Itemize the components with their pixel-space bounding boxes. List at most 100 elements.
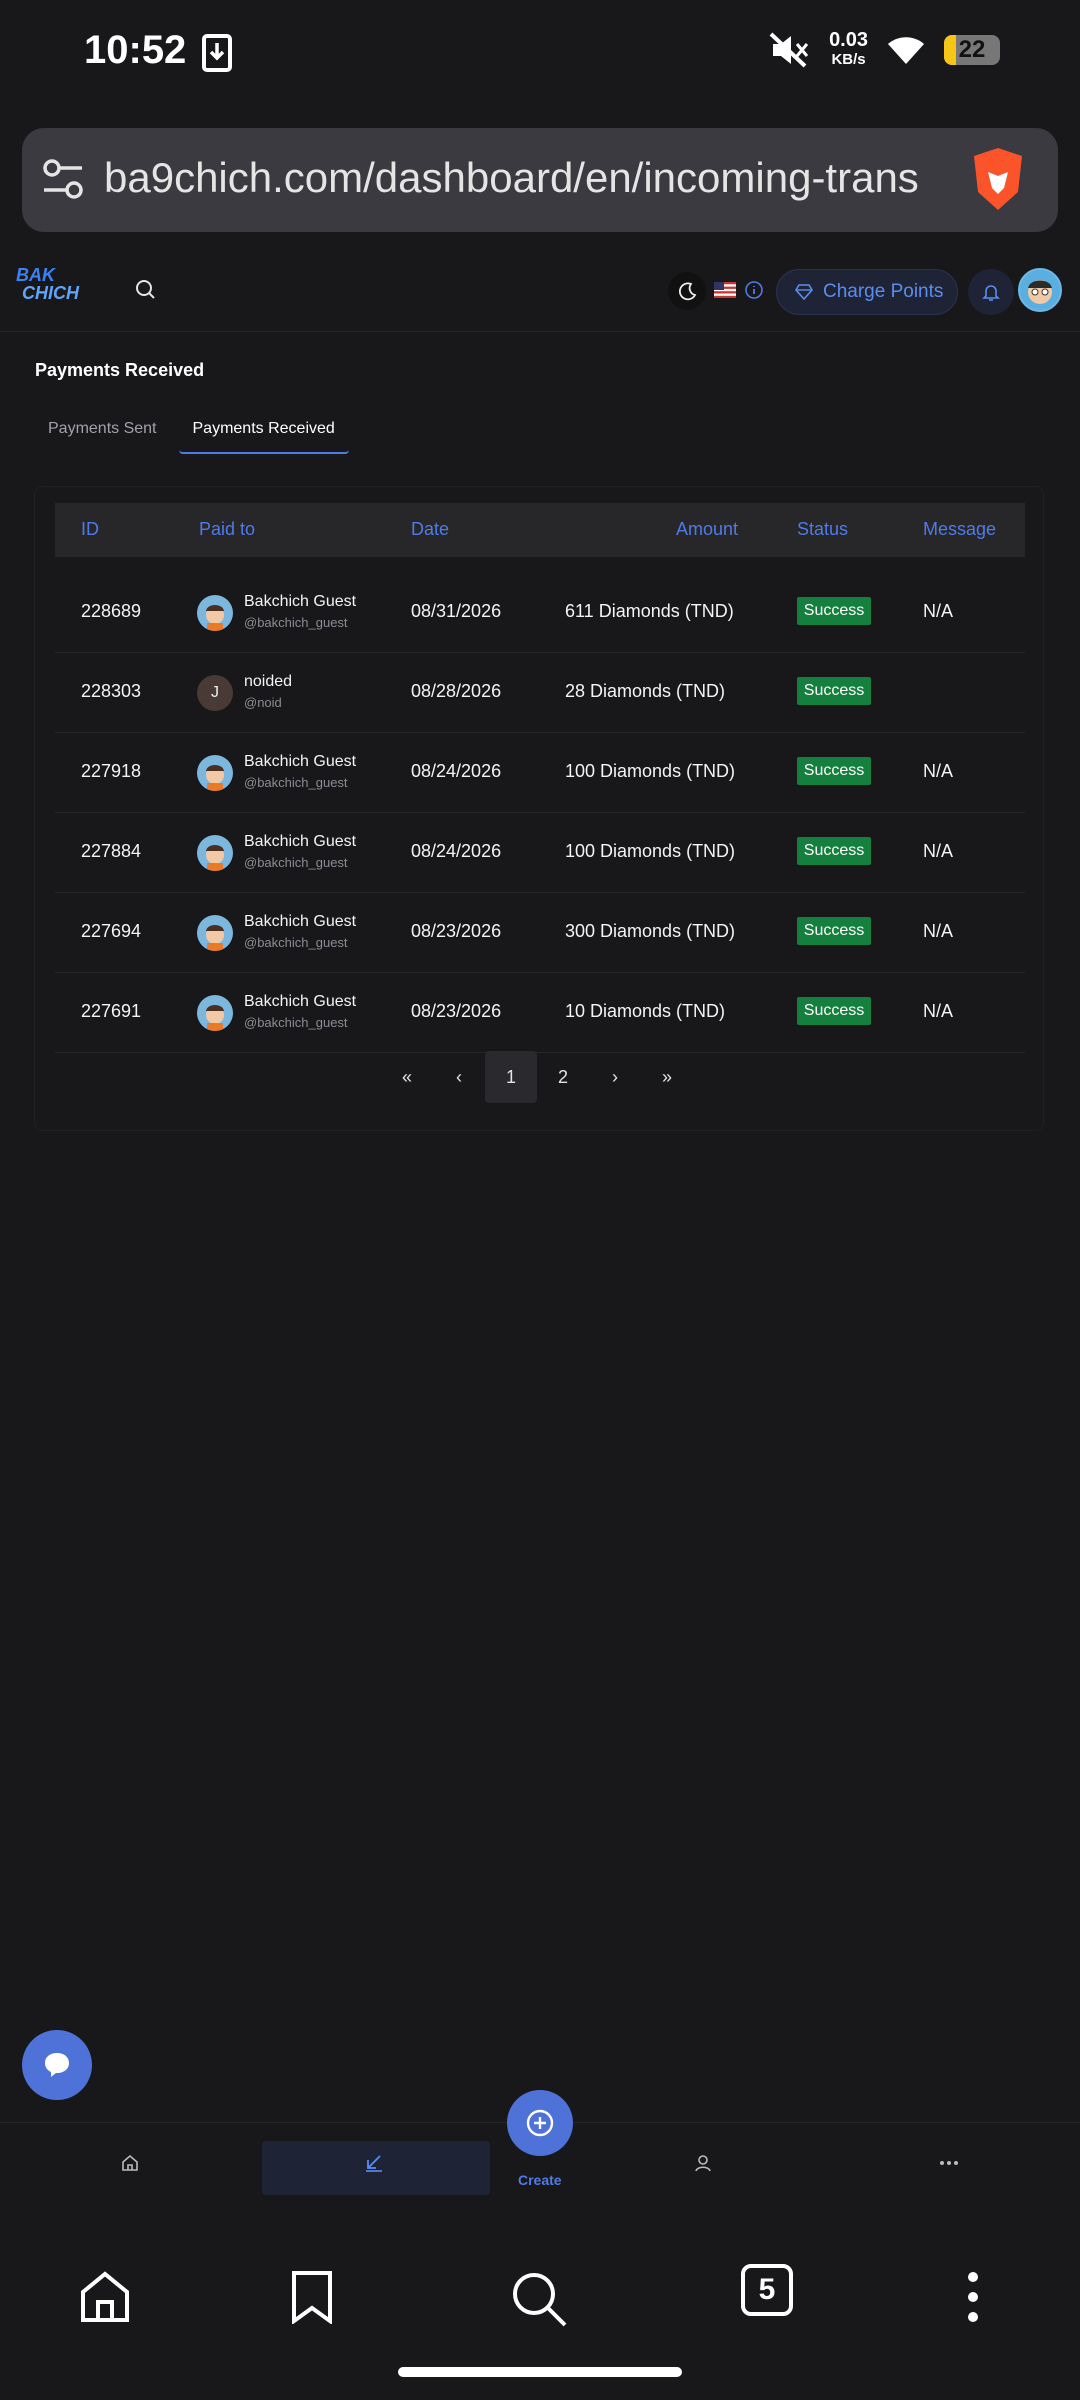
home-icon[interactable]: [120, 2153, 140, 2173]
payer-name[interactable]: Bakchich Guest: [244, 913, 356, 931]
col-amount: Amount: [676, 519, 739, 539]
info-icon[interactable]: [744, 280, 764, 300]
payer-handle: @bakchich_guest: [244, 855, 348, 870]
table-row[interactable]: 227691 Bakchich Guest @bakchich_guest 08/23…: [55, 973, 1025, 1053]
battery-icon: 22: [944, 35, 1000, 65]
payment-message: N/A: [923, 921, 954, 941]
payer-handle: @bakchich_guest: [244, 1015, 348, 1030]
payment-tabs: Payments Sent Payments Received: [36, 412, 359, 454]
next-page-button[interactable]: ›: [589, 1051, 641, 1103]
browser-search-icon[interactable]: [510, 2270, 568, 2328]
status-badge: Success: [797, 837, 871, 865]
payment-id: 228689: [81, 601, 142, 621]
payment-id: 227694: [81, 921, 142, 941]
payer-name[interactable]: Bakchich Guest: [244, 753, 356, 771]
payment-date: 08/31/2026: [411, 601, 502, 621]
plus-circle-icon: [526, 2109, 554, 2137]
table-row[interactable]: 227694 Bakchich Guest @bakchich_guest 08/23…: [55, 893, 1025, 973]
site-settings-icon[interactable]: [42, 158, 86, 202]
payer-name[interactable]: Bakchich Guest: [244, 833, 356, 851]
brave-shield-icon[interactable]: [968, 146, 1028, 212]
table-row[interactable]: 227918 Bakchich Guest @bakchich_guest 08/24…: [55, 733, 1025, 813]
tab-count-button[interactable]: 5: [741, 2264, 793, 2316]
col-status: Status: [797, 519, 849, 539]
notifications-button[interactable]: [968, 269, 1014, 315]
first-page-button[interactable]: «: [381, 1051, 433, 1103]
create-label: Create: [518, 2172, 562, 2188]
payment-message: N/A: [923, 761, 954, 781]
site-logo[interactable]: BAK CHICH: [16, 266, 79, 312]
search-icon[interactable]: [134, 278, 156, 300]
payments-table-card: ID Paid to Date Amount Status Message 22…: [34, 486, 1044, 1131]
payment-id: 227918: [81, 761, 142, 781]
incoming-arrow-icon[interactable]: [364, 2153, 384, 2173]
url-text[interactable]: ba9chich.com/dashboard/en/incoming-trans: [104, 154, 964, 202]
download-notification-icon: [202, 34, 232, 72]
payment-message: N/A: [923, 1001, 954, 1021]
last-page-button[interactable]: »: [641, 1051, 693, 1103]
network-speed: 0.03 KB/s: [829, 29, 868, 68]
col-id: ID: [81, 519, 99, 539]
status-time: 10:52: [84, 28, 187, 72]
create-button[interactable]: [507, 2090, 573, 2156]
browser-url-bar[interactable]: ba9chich.com/dashboard/en/incoming-trans: [22, 128, 1058, 232]
payer-handle: @bakchich_guest: [244, 935, 348, 950]
pagination: « ‹ 1 2 › »: [381, 1051, 693, 1103]
chat-button[interactable]: [22, 2030, 92, 2100]
payment-date: 08/24/2026: [411, 761, 502, 781]
browser-home-icon[interactable]: [78, 2270, 132, 2324]
payment-date: 08/23/2026: [411, 1001, 502, 1021]
col-message: Message: [923, 519, 997, 539]
payment-amount: 300 Diamonds (TND): [565, 921, 736, 941]
theme-toggle-button[interactable]: [668, 272, 706, 310]
avatar: [197, 995, 233, 1031]
wifi-icon: [888, 37, 924, 64]
chat-icon: [45, 2053, 69, 2077]
payer-name[interactable]: noided: [244, 673, 292, 691]
payment-date: 08/23/2026: [411, 921, 502, 941]
tab-payments-sent[interactable]: Payments Sent: [36, 412, 169, 454]
page-title: Payments Received: [35, 360, 205, 380]
status-bar: 10:52 0.03 KB/s 22: [0, 0, 1080, 105]
payment-message: N/A: [923, 841, 954, 861]
avatar: [197, 755, 233, 791]
bell-icon: [982, 285, 1000, 301]
payment-amount: 28 Diamonds (TND): [565, 681, 726, 701]
page-2-button[interactable]: 2: [537, 1051, 589, 1103]
payer-name[interactable]: Bakchich Guest: [244, 993, 356, 1011]
payer-handle: @bakchich_guest: [244, 615, 348, 630]
us-flag-icon[interactable]: [714, 282, 736, 298]
table-row[interactable]: 228303 Jnoided @noid 08/28/2026 28 Diamonds …: [55, 653, 1025, 733]
col-paid-to: Paid to: [199, 519, 256, 539]
payer-name[interactable]: Bakchich Guest: [244, 593, 356, 611]
payment-amount: 611 Diamonds (TND): [565, 601, 734, 621]
payment-date: 08/28/2026: [411, 681, 502, 701]
payment-message: N/A: [923, 601, 954, 621]
app-header: BAK CHICH Charge Points: [0, 252, 1080, 332]
avatar: [197, 595, 233, 631]
tab-payments-received[interactable]: Payments Received: [178, 412, 349, 454]
page-1-button[interactable]: 1: [485, 1051, 537, 1103]
status-badge: Success: [797, 677, 871, 705]
charge-points-button[interactable]: Charge Points: [776, 269, 958, 315]
prev-page-button[interactable]: ‹: [433, 1051, 485, 1103]
bookmark-icon[interactable]: [290, 2270, 334, 2324]
table-header: ID Paid to Date Amount Status Message: [55, 503, 1025, 557]
payer-handle: @bakchich_guest: [244, 775, 348, 790]
browser-menu-icon[interactable]: [966, 2270, 980, 2324]
diamond-icon: [795, 284, 813, 300]
mute-icon: [769, 32, 809, 68]
payment-id: 227691: [81, 1001, 142, 1021]
payer-handle: @noid: [244, 695, 282, 710]
payment-date: 08/24/2026: [411, 841, 502, 861]
status-badge: Success: [797, 597, 871, 625]
avatar: J: [197, 675, 233, 711]
more-horizontal-icon[interactable]: [938, 2153, 960, 2173]
moon-icon: [678, 282, 697, 301]
table-row[interactable]: 228689 Bakchich Guest @bakchich_guest 08/31…: [55, 573, 1025, 653]
gesture-home-bar: [398, 2367, 682, 2377]
charge-points-label: Charge Points: [823, 281, 944, 302]
profile-icon[interactable]: [693, 2153, 713, 2173]
user-avatar[interactable]: [1018, 268, 1062, 312]
table-row[interactable]: 227884 Bakchich Guest @bakchich_guest 08/24…: [55, 813, 1025, 893]
